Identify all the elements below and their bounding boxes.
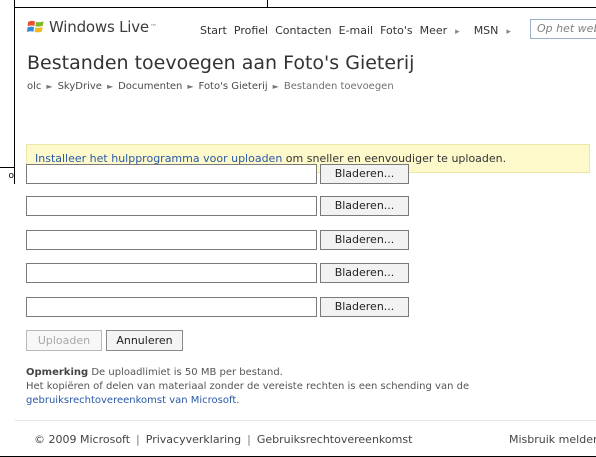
dropdown-dot-icon: ▸ [506,27,511,37]
file-row: Bladeren... [26,230,409,250]
nav-email[interactable]: E-mail [339,24,374,37]
file-path-input[interactable] [26,263,317,283]
file-row: Bladeren... [26,297,409,317]
privacy-link[interactable]: Privacyverklaring [146,433,241,446]
cancel-button[interactable]: Annuleren [106,330,183,351]
nav-contacten[interactable]: Contacten [275,24,332,37]
chevron-right-icon: ► [106,82,114,91]
breadcrumb: olc ► SkyDrive ► Documenten ► Foto's Gieterij ►… [27,81,394,92]
browser-page: Windows Live ™ Start Profiel Contacten E… [15,7,596,455]
brand-name: Windows Live [49,18,149,36]
nav-fotos[interactable]: Foto's [380,24,412,37]
file-path-input[interactable] [26,164,317,184]
dropdown-dot-icon: ▸ [455,27,460,37]
file-row: Bladeren... [26,263,409,283]
file-path-input[interactable] [26,230,317,250]
background-window [0,0,15,457]
note-copyright-text: Het kopiëren of delen van materiaal zond… [26,381,470,392]
page-title: Bestanden toevoegen aan Foto's Gieterij [27,52,415,74]
breadcrumb-item-folder[interactable]: Foto's Gieterij [199,81,268,92]
note-limit-text: De uploadlimiet is 50 MB per bestand. [88,367,283,378]
nav-meer-label: Meer [419,24,448,37]
file-row: Bladeren... [26,196,409,216]
windows-flag-icon [27,20,44,33]
footer-divider [15,420,596,421]
copyright-text: © 2009 Microsoft [34,433,131,446]
terms-of-use-link[interactable]: Gebruiksrechtovereenkomst [257,433,413,446]
nav-msn[interactable]: MSN ▸ [474,24,518,37]
note-end: . [236,395,240,406]
file-row: Bladeren... [26,164,409,184]
chevron-right-icon: ► [187,82,194,91]
file-path-input[interactable] [26,196,317,216]
chevron-right-icon: ► [46,82,53,91]
top-navigation: Start Profiel Contacten E-mail Foto's Me… [200,24,525,37]
upload-note: Opmerking De uploadlimiet is 50 MB per b… [26,366,591,408]
file-path-input[interactable] [26,297,317,317]
header-bar: Windows Live ™ Start Profiel Contacten E… [15,8,596,48]
trademark-symbol: ™ [149,23,157,31]
browse-button[interactable]: Bladeren... [320,263,409,283]
footer-separator: | [136,433,140,446]
window-edge-top [267,0,268,7]
report-abuse-link[interactable]: Misbruik melden [509,433,596,446]
breadcrumb-item-skydrive[interactable]: SkyDrive [58,81,102,92]
windows-live-logo[interactable]: Windows Live ™ [27,18,157,36]
terms-link[interactable]: gebruiksrechtovereenkomst van Microsoft [26,395,236,406]
footer: © 2009 Microsoft | Privacyverklaring | Gebru… [34,433,412,446]
nav-meer[interactable]: Meer ▸ [420,24,467,37]
browse-button[interactable]: Bladeren... [320,196,409,216]
search-input[interactable]: Op het web [530,19,596,39]
chevron-right-icon: ► [272,82,279,91]
nav-msn-label: MSN [473,24,499,37]
footer-separator: | [247,433,251,446]
browse-button[interactable]: Bladeren... [320,297,409,317]
upload-button[interactable]: Uploaden [26,330,102,351]
breadcrumb-item-user[interactable]: olc [27,81,41,92]
breadcrumb-item-current: Bestanden toevoegen [283,81,394,92]
nav-profiel[interactable]: Profiel [234,24,268,37]
breadcrumb-item-documenten[interactable]: Documenten [118,81,182,92]
browse-button[interactable]: Bladeren... [320,164,409,184]
browse-button[interactable]: Bladeren... [320,230,409,250]
background-label: o [0,167,14,185]
nav-start[interactable]: Start [200,24,227,37]
note-title: Opmerking [26,367,89,378]
